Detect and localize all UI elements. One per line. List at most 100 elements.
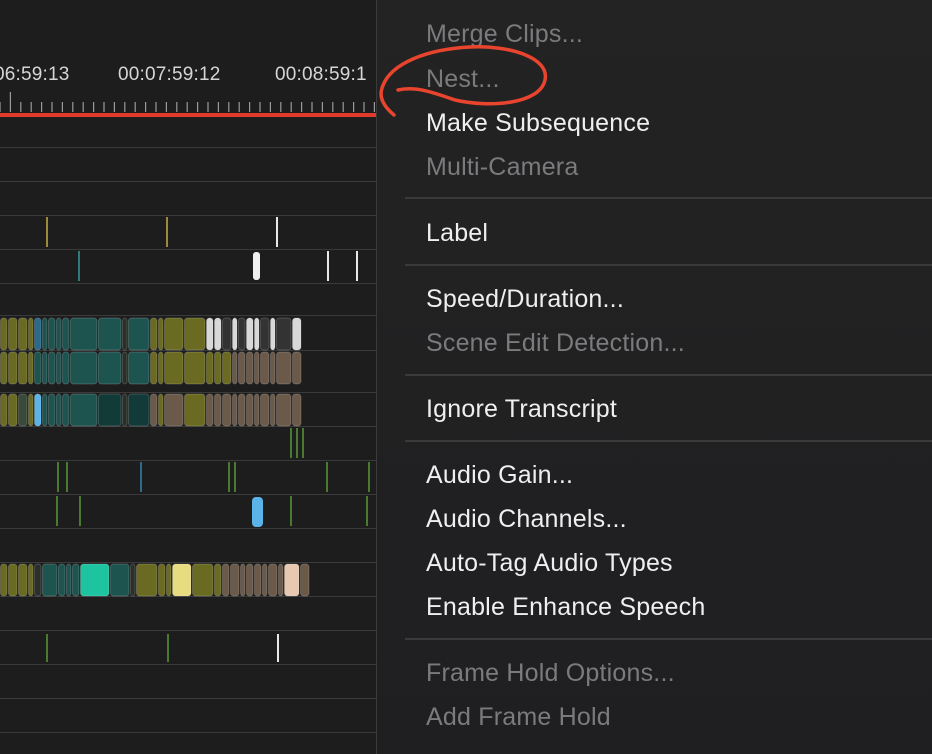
edit-marker: [66, 462, 68, 492]
edit-marker: [302, 428, 304, 458]
edit-marker: [79, 496, 81, 526]
menu-item-nest: Nest...: [426, 65, 500, 93]
menu-item-audio-gain[interactable]: Audio Gain...: [426, 461, 573, 490]
menu-item-ignore-transcript[interactable]: Ignore Transcript: [426, 395, 617, 424]
clip: [276, 351, 292, 385]
clip: [42, 317, 48, 351]
clip: [0, 393, 8, 427]
clip: [158, 351, 164, 385]
track-divider: [0, 315, 376, 316]
timeline-panel[interactable]: 06:59:13 00:07:59:12 00:08:59:1: [0, 0, 376, 754]
clip: [260, 393, 270, 427]
clip: [158, 317, 164, 351]
edit-marker: [46, 634, 48, 662]
clip: [232, 393, 238, 427]
clip: [254, 317, 260, 351]
clip: [262, 563, 268, 597]
clip: [130, 563, 136, 597]
track-divider: [0, 664, 376, 665]
menu-item-auto-tag-audio-types[interactable]: Auto-Tag Audio Types: [426, 549, 673, 578]
clip: [122, 317, 128, 351]
clip: [292, 393, 302, 427]
clip: [8, 317, 18, 351]
clip: [292, 317, 302, 351]
menu-separator: [405, 440, 932, 442]
clip: [8, 393, 18, 427]
clip: [184, 317, 206, 351]
clip: [270, 393, 276, 427]
clip: [164, 351, 184, 385]
track-divider: [0, 249, 376, 250]
clip: [150, 393, 158, 427]
clip: [260, 351, 270, 385]
edit-marker: [167, 634, 169, 662]
clip: [18, 563, 28, 597]
edit-marker: [368, 462, 370, 492]
clip: [166, 563, 172, 597]
clip: [184, 393, 206, 427]
clip: [72, 563, 80, 597]
clip: [62, 351, 70, 385]
clip: [246, 563, 254, 597]
clip: [238, 351, 246, 385]
track-divider: [0, 215, 376, 216]
clip: [238, 393, 246, 427]
menu-item-make-subsequence[interactable]: Make Subsequence: [426, 109, 650, 138]
edit-marker: [277, 634, 279, 662]
menu-separator: [405, 374, 932, 376]
edit-marker: [296, 428, 298, 458]
clip: [8, 563, 18, 597]
clip: [222, 317, 232, 351]
clip: [276, 393, 292, 427]
clip: [128, 317, 150, 351]
clip: [150, 351, 158, 385]
clip: [128, 351, 150, 385]
menu-separator: [405, 197, 932, 199]
track-divider: [0, 698, 376, 699]
clip: [70, 317, 98, 351]
clip: [34, 317, 42, 351]
menu-item-enable-enhance-speech[interactable]: Enable Enhance Speech: [426, 593, 705, 622]
clip: [48, 393, 56, 427]
clip: [42, 393, 48, 427]
edit-marker: [290, 496, 292, 526]
clip: [284, 563, 300, 597]
menu-item-speed-duration[interactable]: Speed/Duration...: [426, 285, 624, 314]
clip: [34, 351, 42, 385]
track-divider: [0, 494, 376, 495]
clip: [62, 317, 70, 351]
clip: [8, 351, 18, 385]
clip: [232, 351, 238, 385]
clip: [28, 317, 34, 351]
track-divider: [0, 283, 376, 284]
edit-marker: [56, 496, 58, 526]
menu-item-label[interactable]: Label: [426, 219, 488, 248]
edit-marker: [234, 462, 236, 492]
clip: [270, 317, 276, 351]
clip: [48, 351, 56, 385]
track-divider: [0, 460, 376, 461]
clip: [122, 351, 128, 385]
track-divider: [0, 147, 376, 148]
clip: [98, 317, 122, 351]
clip: [164, 393, 184, 427]
timeline-tracks[interactable]: [0, 0, 376, 754]
clip: [42, 351, 48, 385]
clip-marker: [253, 252, 260, 280]
clip: [206, 393, 214, 427]
clip: [246, 393, 254, 427]
clip-marker: [252, 497, 263, 527]
edit-marker: [166, 217, 168, 247]
clip: [268, 563, 278, 597]
clip: [70, 351, 98, 385]
clip: [158, 393, 164, 427]
clip: [150, 317, 158, 351]
clip: [300, 563, 310, 597]
clip: [128, 393, 150, 427]
edit-marker: [290, 428, 292, 458]
edit-marker: [46, 217, 48, 247]
menu-item-audio-channels[interactable]: Audio Channels...: [426, 505, 627, 534]
edit-marker: [228, 462, 230, 492]
menu-item-merge-clips: Merge Clips...: [426, 20, 584, 48]
clip: [270, 351, 276, 385]
